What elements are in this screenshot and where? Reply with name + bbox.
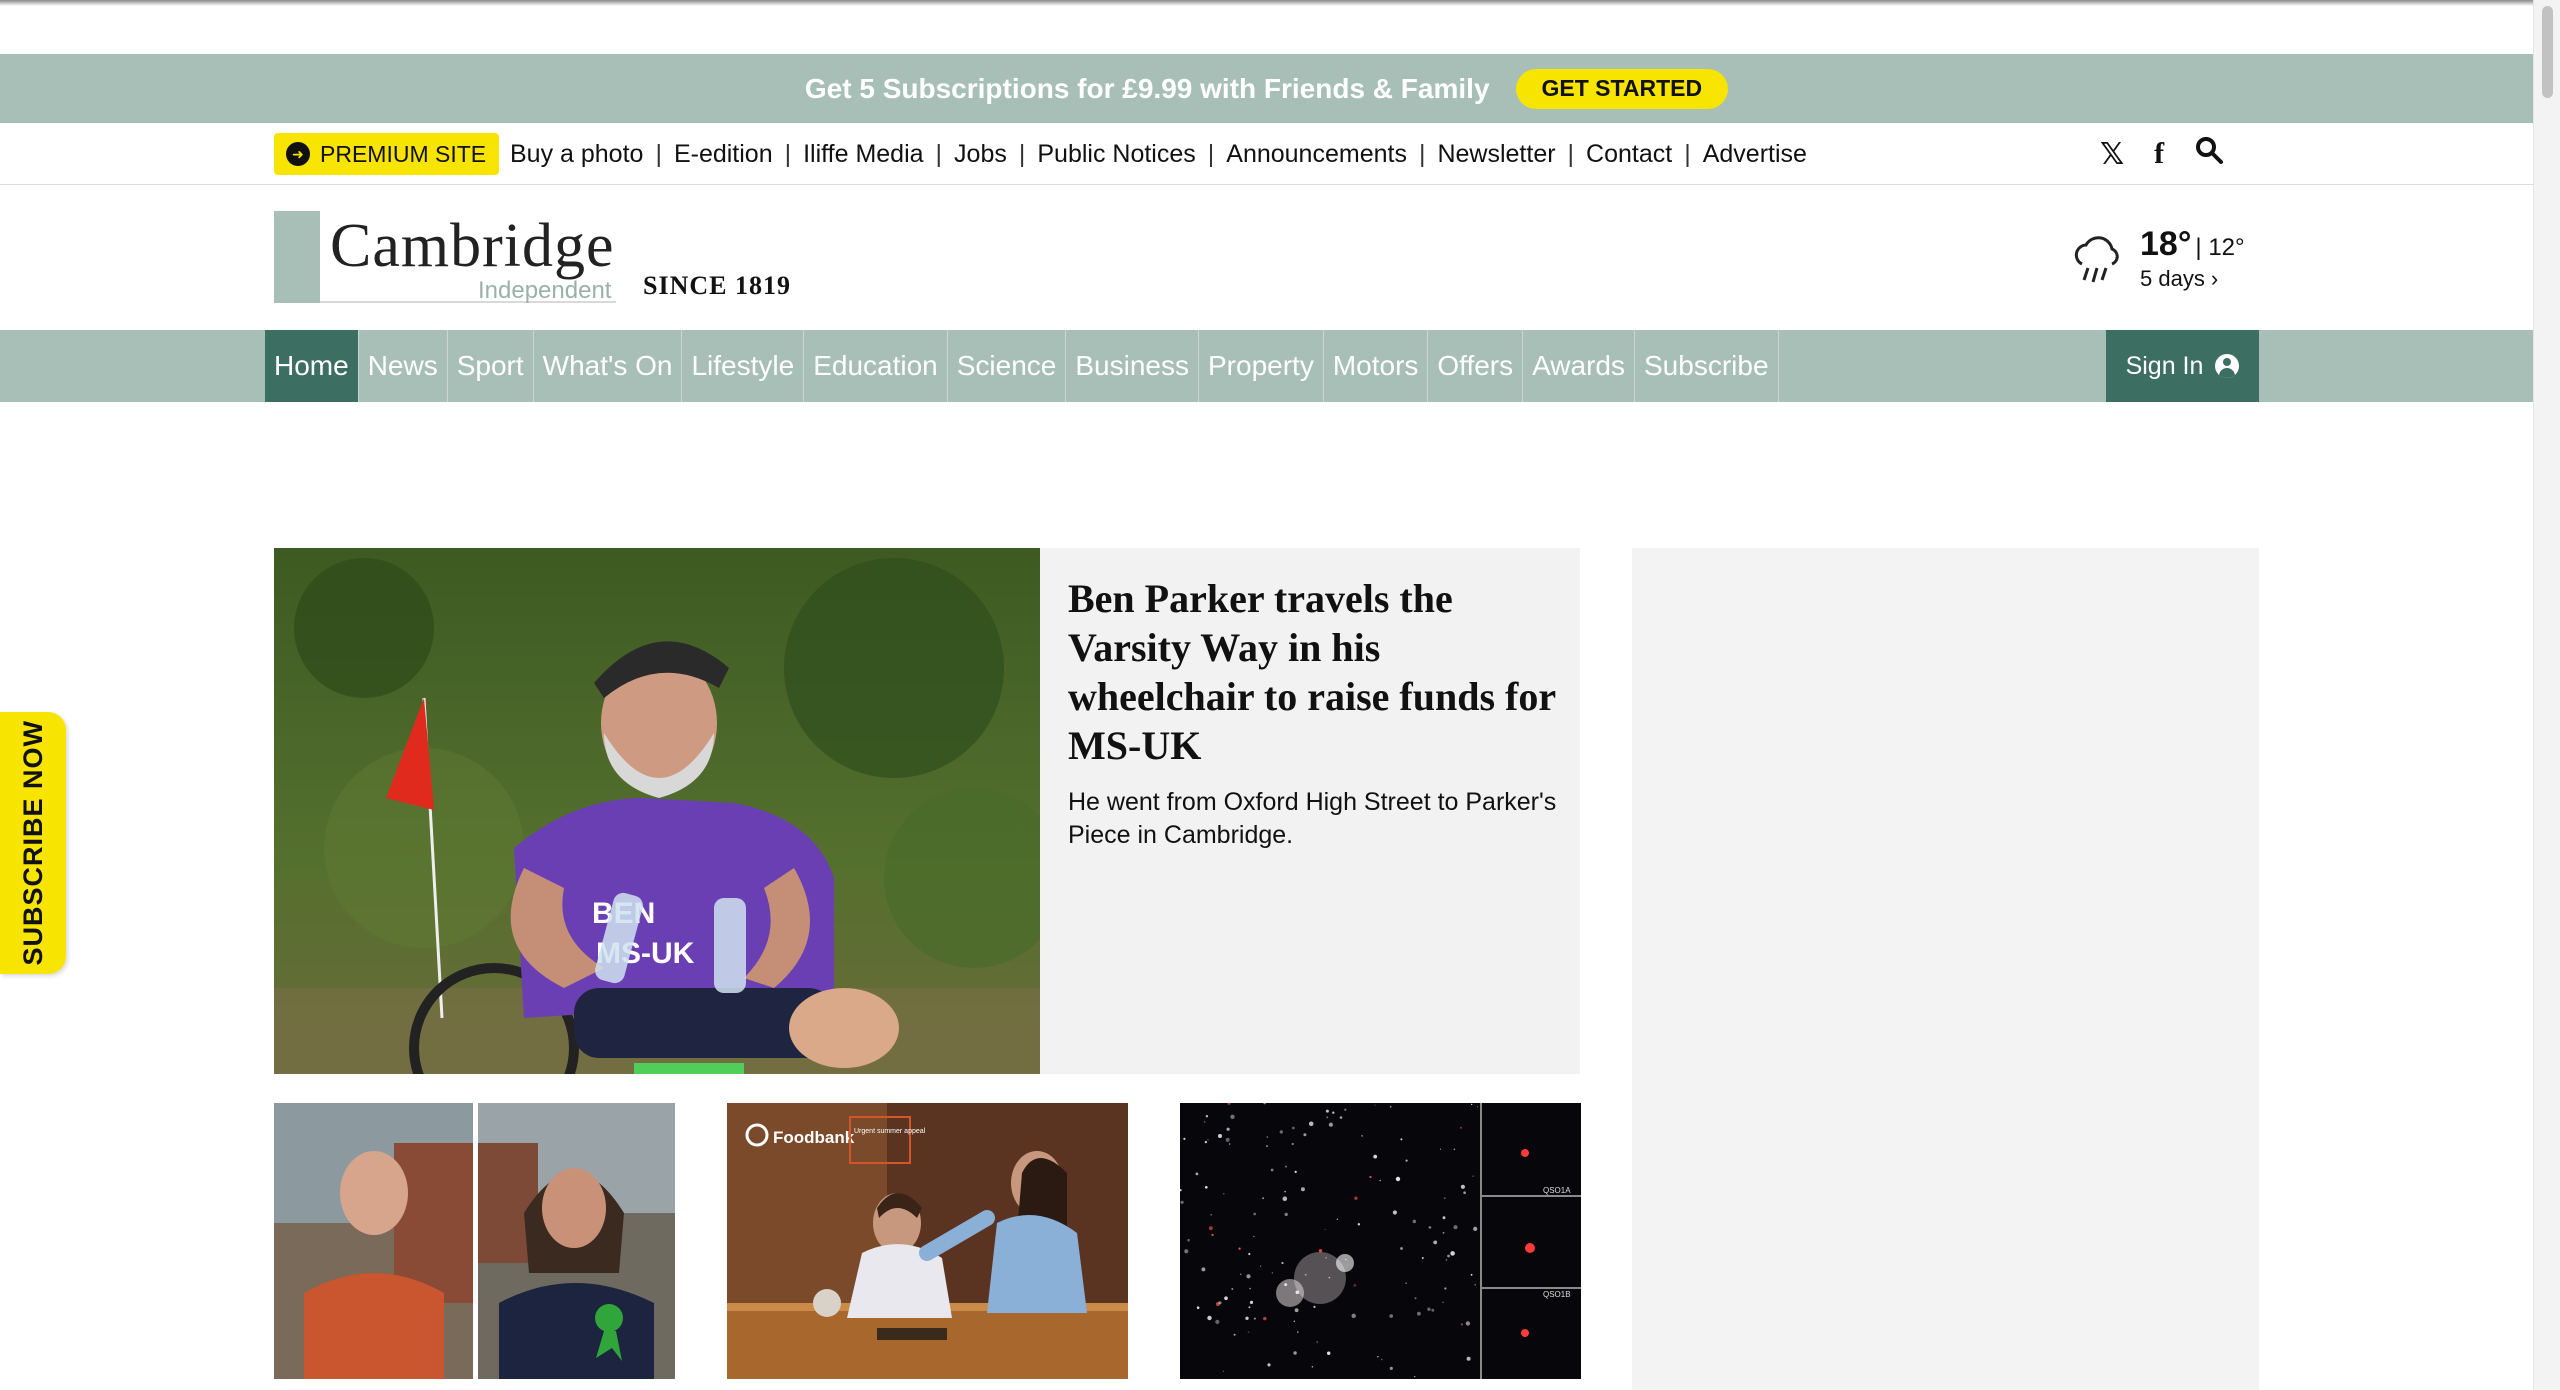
user-icon — [2215, 354, 2240, 378]
nav-lifestyle[interactable]: Lifestyle — [682, 330, 805, 402]
temp-low: | 12° — [2195, 234, 2245, 261]
x-icon[interactable]: 𝕏 — [2100, 137, 2124, 172]
nav-education[interactable]: Education — [804, 330, 948, 402]
separator: | — [1207, 139, 1215, 168]
promo-banner: Get 5 Subscriptions for £9.99 with Frien… — [0, 54, 2533, 123]
link-buy-a-photo[interactable]: Buy a photo — [510, 140, 643, 169]
subscribe-now-label: SUBSCRIBE NOW — [17, 720, 48, 966]
separator: | — [1018, 139, 1026, 168]
foodbank-logo-text: Foodbank — [773, 1128, 855, 1147]
nav-property[interactable]: Property — [1199, 330, 1324, 402]
arrow-right-circle-icon: ➜ — [286, 142, 310, 166]
premium-label: PREMIUM SITE — [320, 140, 487, 167]
link-announcements[interactable]: Announcements — [1226, 140, 1407, 169]
link-newsletter[interactable]: Newsletter — [1437, 140, 1555, 169]
social-icons: 𝕏 f — [2100, 123, 2254, 185]
premium-site-badge[interactable]: ➜ PREMIUM SITE — [274, 133, 500, 175]
story-thumbnail-foodbank[interactable]: Foodbank Urgent summer appeal — [727, 1103, 1128, 1379]
search-icon[interactable] — [2194, 135, 2224, 173]
nav-whats-on[interactable]: What's On — [534, 330, 683, 402]
nav-subscribe[interactable]: Subscribe — [1635, 330, 1779, 402]
separator: | — [1684, 139, 1691, 168]
lead-story[interactable]: BEN MS-UK Ben Parker travels the Varsity… — [274, 548, 1580, 1074]
nav-home[interactable]: Home — [265, 330, 359, 402]
subscribe-now-tab[interactable]: SUBSCRIBE NOW — [0, 712, 66, 974]
sign-in-button[interactable]: Sign In — [2106, 330, 2259, 402]
sign-in-label: Sign In — [2125, 351, 2204, 380]
lead-story-text: Ben Parker travels the Varsity Way in hi… — [1068, 574, 1558, 852]
separator: | — [655, 139, 662, 168]
link-contact[interactable]: Contact — [1586, 140, 1672, 169]
lead-story-summary: He went from Oxford High Street to Parke… — [1068, 788, 1557, 849]
link-advertise[interactable]: Advertise — [1703, 140, 1807, 169]
utility-bar: ➜ PREMIUM SITE Buy a photo | E-edition |… — [0, 123, 2533, 185]
five-day-link[interactable]: 5 days › — [2140, 266, 2245, 292]
separator: | — [784, 139, 792, 168]
promo-text: Get 5 Subscriptions for £9.99 with Frien… — [804, 72, 1490, 104]
nav-science[interactable]: Science — [948, 330, 1067, 402]
temp-high: 18° — [2140, 225, 2192, 263]
story-thumbnail-candidates[interactable] — [274, 1103, 675, 1379]
separator: | — [1567, 139, 1575, 168]
weather-widget[interactable]: 18° | 12° 5 days › — [2068, 225, 2245, 292]
story-thumbnail-space[interactable]: QSO1A QSO1B — [1180, 1103, 1581, 1379]
nav-news[interactable]: News — [359, 330, 448, 402]
logo-mark[interactable] — [274, 211, 320, 303]
space-tag-qso1a: QSO1A — [1543, 1186, 1571, 1195]
page-scrollbar[interactable] — [2533, 0, 2560, 1390]
nav-offers[interactable]: Offers — [1428, 330, 1524, 402]
link-iliffe-media[interactable]: Iliffe Media — [803, 140, 923, 169]
logo-wordmark[interactable]: Cambridge — [330, 211, 615, 282]
facebook-icon[interactable]: f — [2154, 137, 2164, 171]
separator: | — [935, 139, 943, 168]
browser-top-edge — [0, 0, 2533, 6]
link-public-notices[interactable]: Public Notices — [1037, 140, 1195, 169]
link-e-edition[interactable]: E-edition — [674, 140, 773, 169]
space-tag-qso1b: QSO1B — [1543, 1290, 1571, 1299]
rain-cloud-icon — [2074, 235, 2119, 282]
nav-motors[interactable]: Motors — [1324, 330, 1429, 402]
nav-awards[interactable]: Awards — [1523, 330, 1635, 402]
lead-story-headline[interactable]: Ben Parker travels the Varsity Way in hi… — [1068, 574, 1558, 770]
masthead: Cambridge Independent SINCE 1819 18° | 12… — [0, 185, 2533, 330]
foodbank-appeal-text: Urgent summer appeal — [854, 1128, 926, 1135]
separator: | — [1418, 139, 1426, 168]
get-started-button[interactable]: GET STARTED — [1515, 68, 1729, 109]
utility-links: Buy a photo | E-edition | Iliffe Media |… — [510, 123, 1807, 185]
since-label: SINCE 1819 — [643, 271, 791, 300]
sidebar-ad-slot — [1632, 548, 2259, 1390]
scrollbar-thumb[interactable] — [2542, 6, 2553, 98]
nav-business[interactable]: Business — [1066, 330, 1199, 402]
main-nav: Home News Sport What's On Lifestyle Educ… — [0, 330, 2533, 402]
link-jobs[interactable]: Jobs — [954, 140, 1007, 169]
nav-sport[interactable]: Sport — [448, 330, 534, 402]
logo-subtitle: Independent — [478, 277, 612, 304]
lead-story-image[interactable]: BEN MS-UK — [274, 548, 1040, 1074]
